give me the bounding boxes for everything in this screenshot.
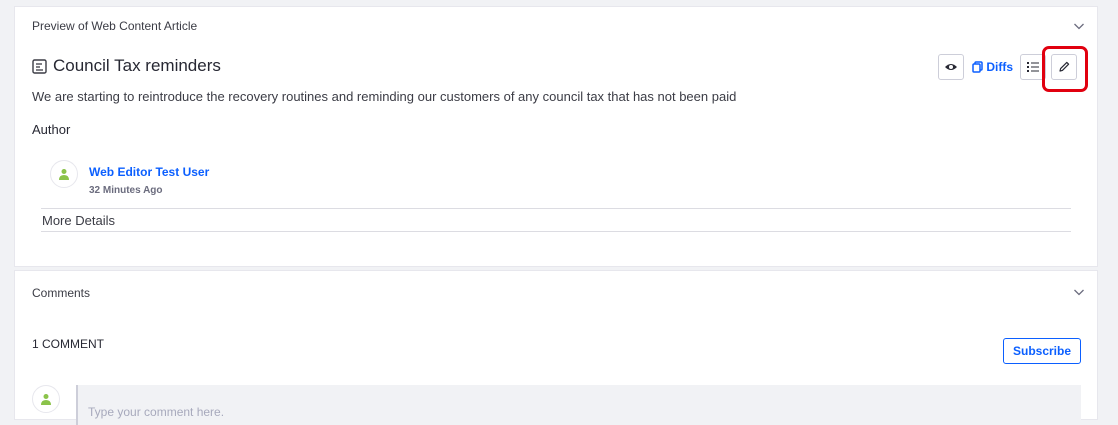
subscribe-button[interactable]: Subscribe — [1003, 338, 1081, 364]
current-user-avatar — [32, 385, 60, 413]
edit-button-highlight — [1042, 46, 1088, 92]
author-avatar — [50, 160, 78, 188]
eye-icon — [945, 64, 958, 70]
article-summary: We are starting to reintroduce the recov… — [32, 89, 737, 104]
preview-button[interactable] — [938, 54, 965, 80]
user-icon — [41, 394, 51, 405]
chevron-down-icon[interactable] — [1073, 20, 1085, 32]
article-title-text: Council Tax reminders — [53, 56, 221, 75]
comment-input[interactable] — [76, 385, 1081, 425]
author-timestamp: 32 Minutes Ago — [89, 185, 163, 196]
comment-count: 1 COMMENT — [32, 337, 104, 351]
comments-panel: Comments 1 COMMENT Subscribe — [14, 270, 1098, 425]
divider — [41, 208, 1071, 209]
diffs-button[interactable]: Diffs — [972, 60, 1013, 74]
article-title: Council Tax reminders — [32, 56, 221, 76]
list-icon — [1027, 62, 1039, 72]
author-name-link[interactable]: Web Editor Test User — [89, 165, 209, 179]
user-icon — [59, 169, 69, 180]
web-content-icon — [32, 58, 47, 74]
preview-panel: Preview of Web Content Article Council T… — [14, 6, 1098, 267]
diffs-label: Diffs — [986, 60, 1013, 74]
more-details-toggle[interactable]: More Details — [42, 213, 115, 228]
author-label: Author — [32, 122, 71, 137]
copy-icon — [972, 61, 984, 73]
chevron-down-icon[interactable] — [1073, 286, 1085, 298]
divider — [41, 231, 1071, 232]
preview-panel-title: Preview of Web Content Article — [32, 19, 198, 33]
comments-panel-title: Comments — [32, 286, 91, 300]
